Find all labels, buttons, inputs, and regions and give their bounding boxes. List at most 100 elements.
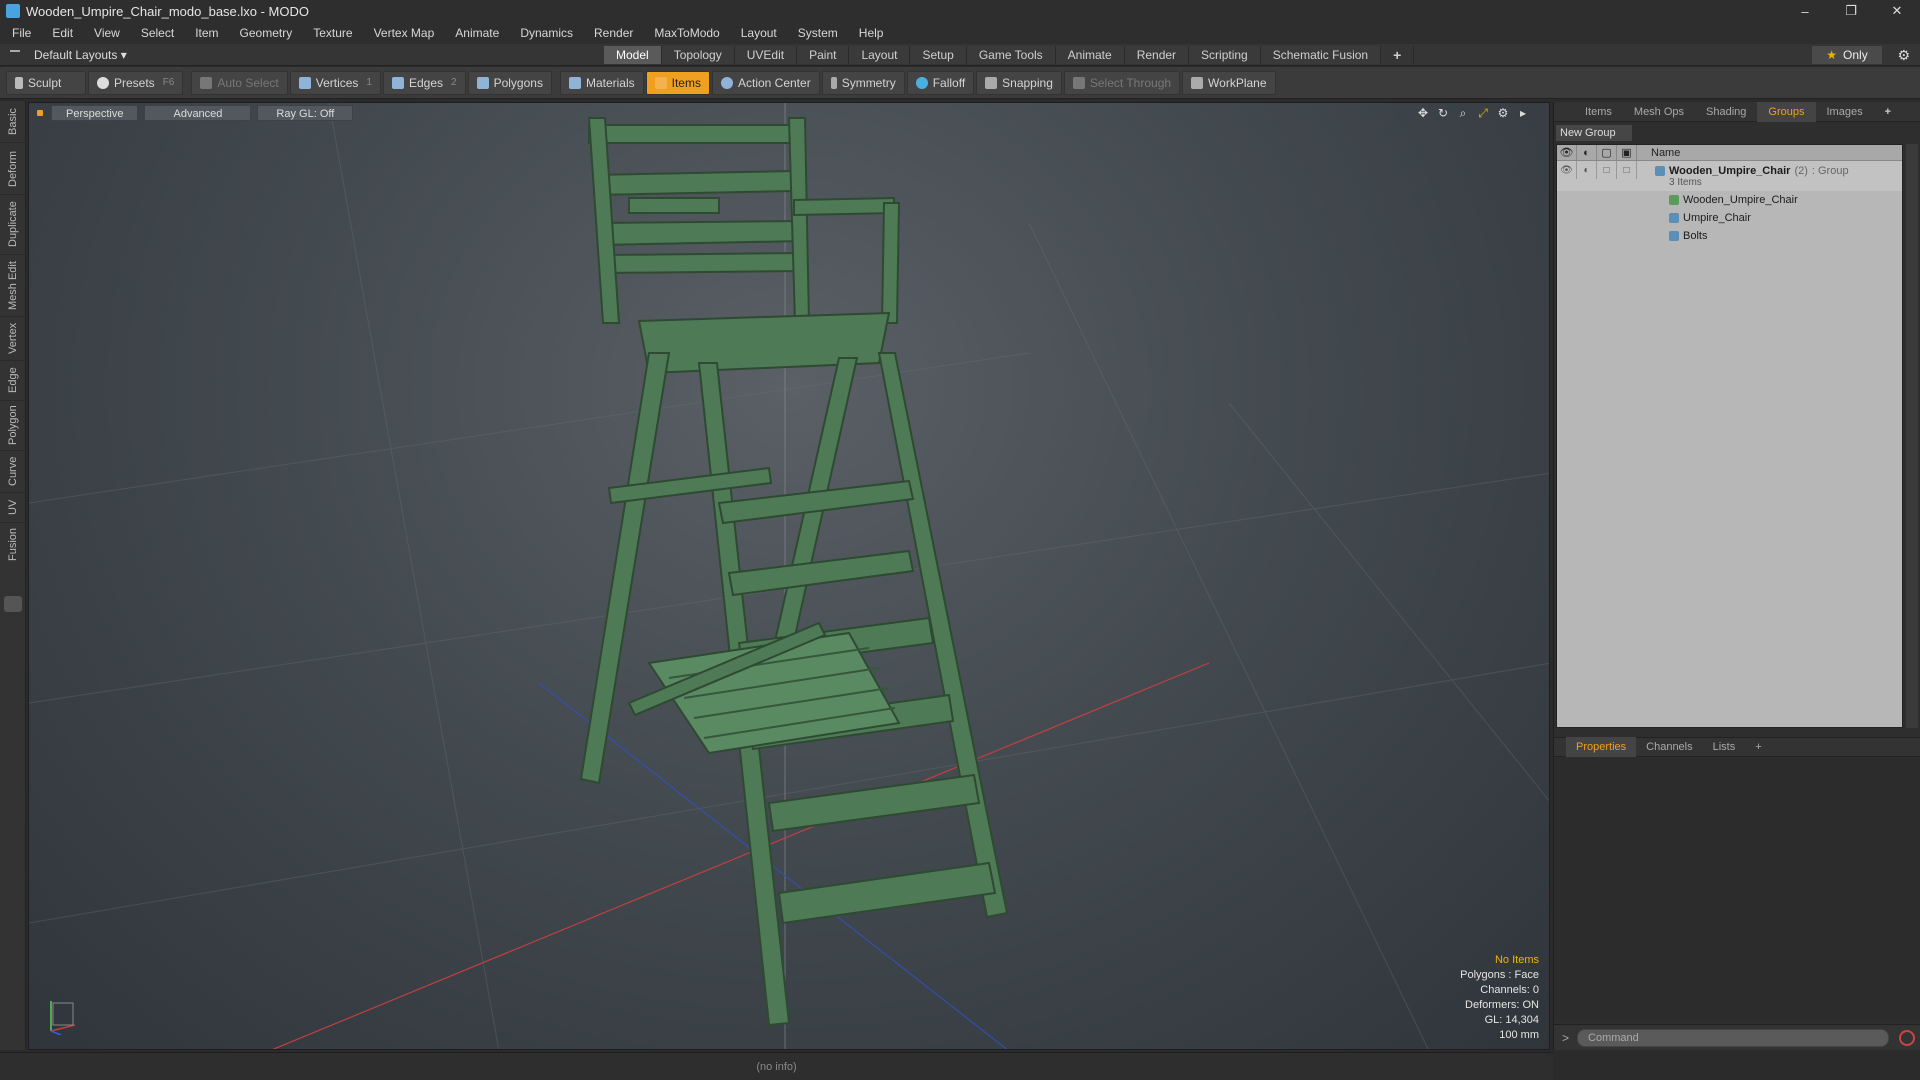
command-input[interactable]: Command (1577, 1028, 1890, 1047)
raygl-button[interactable]: Ray GL: Off (257, 105, 354, 121)
minimize-button[interactable]: – (1782, 0, 1828, 22)
select-column-icon[interactable]: ▣ (1617, 144, 1637, 161)
tab-game-tools[interactable]: Game Tools (966, 46, 1056, 64)
menu-file[interactable]: File (12, 26, 31, 40)
tab-render[interactable]: Render (1124, 46, 1190, 64)
left-tab-uv[interactable]: UV (0, 492, 26, 522)
groups-scrollbar[interactable] (1906, 144, 1918, 728)
move-view-icon[interactable]: ✥ (1415, 106, 1431, 120)
list-item[interactable]: Umpire_Chair (1557, 209, 1902, 227)
palette-toggle-button[interactable] (4, 596, 22, 612)
group-row[interactable]: 👁 ◐ □ □ Wooden_Umpire_Chair (2) : Group … (1557, 161, 1902, 191)
menu-dynamics[interactable]: Dynamics (520, 26, 573, 40)
tab-shading[interactable]: Shading (1695, 102, 1757, 122)
polygons-button[interactable]: Polygons (467, 70, 552, 95)
auto-select-button[interactable]: Auto Select (191, 70, 288, 95)
tab-model[interactable]: Model (604, 46, 662, 64)
lock-toggle[interactable]: □ (1597, 161, 1617, 179)
snapping-button[interactable]: Snapping (976, 70, 1062, 95)
vertices-button[interactable]: Vertices 1 (289, 70, 381, 95)
tab-images[interactable]: Images (1816, 102, 1874, 122)
rotate-view-icon[interactable]: ↻ (1435, 106, 1451, 120)
left-tab-polygon[interactable]: Polygon (0, 400, 26, 450)
close-button[interactable]: ✕ (1874, 0, 1920, 22)
tab-layout[interactable]: Layout (849, 46, 911, 64)
left-tab-fusion[interactable]: Fusion (0, 522, 26, 566)
left-tab-edge[interactable]: Edge (0, 360, 26, 400)
fit-view-icon[interactable]: ⤢ (1475, 106, 1491, 120)
left-tab-mesh-edit[interactable]: Mesh Edit (0, 254, 26, 316)
menu-view[interactable]: View (94, 26, 120, 40)
tab-schematic-fusion[interactable]: Schematic Fusion (1260, 46, 1382, 64)
add-panel-tab-button[interactable]: + (1874, 102, 1902, 122)
menu-texture[interactable]: Texture (313, 26, 352, 40)
shading-mode-button[interactable]: Advanced (144, 105, 252, 121)
menu-select[interactable]: Select (141, 26, 174, 40)
left-tab-curve[interactable]: Curve (0, 450, 26, 492)
umpire-chair-model[interactable] (579, 117, 1009, 1027)
menu-geometry[interactable]: Geometry (240, 26, 293, 40)
workplane-button[interactable]: WorkPlane (1182, 70, 1276, 95)
tab-paint[interactable]: Paint (797, 46, 850, 64)
menu-item[interactable]: Item (195, 26, 218, 40)
3d-viewport[interactable]: Perspective Advanced Ray GL: Off ✥ ↻ ⌕ ⤢… (28, 102, 1550, 1050)
tab-animate[interactable]: Animate (1055, 46, 1125, 64)
add-tab-button[interactable]: + (1381, 46, 1415, 64)
tab-scripting[interactable]: Scripting (1189, 46, 1261, 64)
tab-mesh-ops[interactable]: Mesh Ops (1623, 102, 1695, 122)
menu-maxtomodo[interactable]: MaxToModo (654, 26, 719, 40)
layout-selector[interactable]: Default Layouts ▾ (0, 48, 600, 62)
visibility-column-icon[interactable]: 👁 (1557, 144, 1577, 161)
falloff-button[interactable]: Falloff (906, 70, 975, 95)
left-tab-basic[interactable]: Basic (0, 100, 26, 142)
view-type-button[interactable]: Perspective (51, 105, 139, 121)
menu-help[interactable]: Help (859, 26, 884, 40)
menu-system[interactable]: System (798, 26, 838, 40)
edges-button[interactable]: Edges 2 (382, 70, 466, 95)
menu-animate[interactable]: Animate (455, 26, 499, 40)
select-through-button[interactable]: Select Through (1063, 70, 1181, 95)
list-item[interactable]: Bolts (1557, 227, 1902, 245)
add-properties-tab-button[interactable]: + (1745, 737, 1771, 757)
tab-items[interactable]: Items (1574, 102, 1623, 122)
tab-channels[interactable]: Channels (1636, 737, 1702, 757)
materials-button[interactable]: Materials (559, 70, 644, 95)
menu-vertex-map[interactable]: Vertex Map (374, 26, 435, 40)
sculpt-button[interactable]: Sculpt (6, 70, 86, 95)
render-toggle[interactable]: ◐ (1577, 161, 1597, 179)
viewport-menu-icon[interactable] (37, 110, 43, 116)
items-button[interactable]: Items (645, 70, 710, 95)
left-tab-deform[interactable]: Deform (0, 142, 26, 194)
symmetry-button[interactable]: Symmetry (821, 70, 905, 95)
tab-lists[interactable]: Lists (1703, 737, 1746, 757)
scene-canvas[interactable] (29, 103, 1550, 1050)
visibility-toggle[interactable]: 👁 (1557, 161, 1577, 179)
left-tab-vertex[interactable]: Vertex (0, 316, 26, 360)
menu-render[interactable]: Render (594, 26, 633, 40)
presets-button[interactable]: Presets F6 (88, 70, 184, 95)
zoom-view-icon[interactable]: ⌕ (1455, 106, 1471, 120)
viewport-expand-icon[interactable]: ▸ (1515, 106, 1531, 120)
render-column-icon[interactable]: ◐ (1577, 144, 1597, 161)
tab-topology[interactable]: Topology (661, 46, 735, 64)
tab-properties[interactable]: Properties (1566, 737, 1637, 757)
tab-uvedit[interactable]: UVEdit (734, 46, 798, 64)
select-toggle[interactable]: □ (1617, 161, 1637, 179)
menu-layout[interactable]: Layout (741, 26, 777, 40)
groups-list[interactable]: 👁 ◐ ▢ ▣ Name 👁 ◐ □ □ Wooden_Umpire_Chair… (1556, 144, 1903, 728)
tab-groups[interactable]: Groups (1757, 101, 1816, 122)
collapse-icon[interactable] (10, 49, 20, 60)
viewport-settings-icon[interactable]: ⚙ (1495, 106, 1511, 120)
menu-edit[interactable]: Edit (52, 26, 73, 40)
left-tab-duplicate[interactable]: Duplicate (0, 194, 26, 254)
command-history-button[interactable] (1899, 1029, 1916, 1046)
list-item[interactable]: Wooden_Umpire_Chair (1557, 191, 1902, 209)
tab-setup[interactable]: Setup (910, 46, 967, 64)
name-column-header[interactable]: Name (1637, 147, 1680, 159)
only-button[interactable]: ★ Only (1812, 46, 1882, 64)
action-center-button[interactable]: Action Center (711, 70, 820, 95)
gear-icon[interactable]: ⚙ (1897, 47, 1910, 64)
new-group-button[interactable]: New Group (1556, 125, 1632, 141)
lock-column-icon[interactable]: ▢ (1597, 144, 1617, 161)
restore-button[interactable]: ❐ (1828, 0, 1874, 22)
